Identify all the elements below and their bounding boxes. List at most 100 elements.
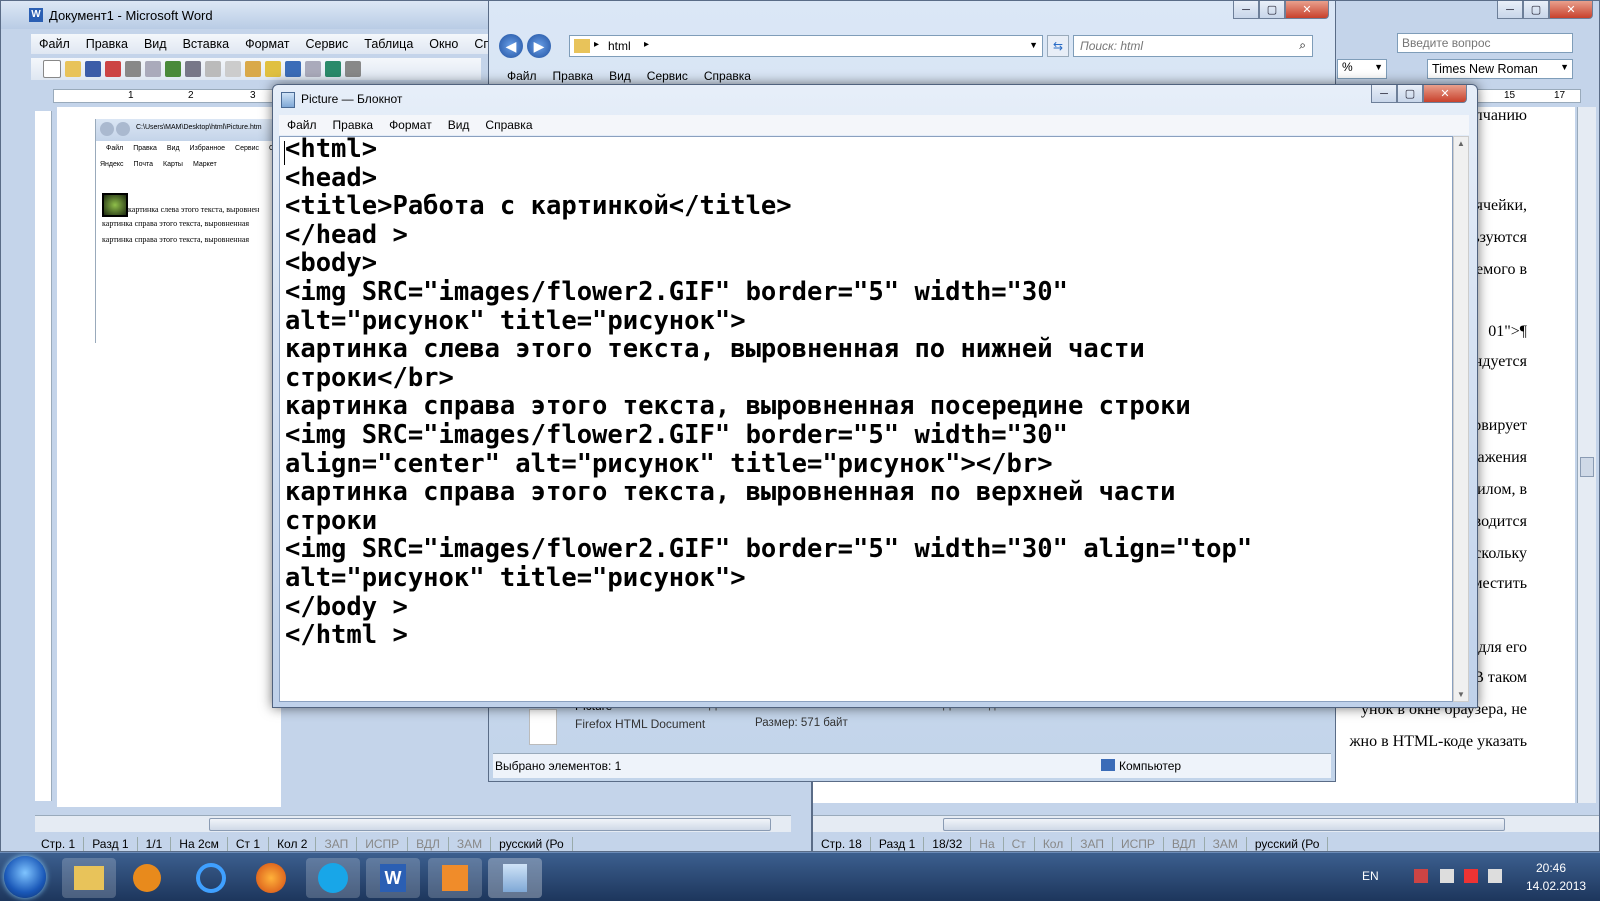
maximize-icon[interactable]: ▢ bbox=[1523, 1, 1549, 19]
new-document-icon[interactable] bbox=[43, 60, 61, 78]
scroll-down-icon[interactable]: ▼ bbox=[1457, 690, 1465, 699]
word-taskbar-icon[interactable]: W bbox=[366, 858, 420, 898]
notepad-taskbar-icon[interactable] bbox=[488, 858, 542, 898]
zoom-select[interactable]: % ▼ bbox=[1337, 59, 1387, 79]
hyperlink-icon[interactable] bbox=[325, 61, 341, 77]
word-right-vscroll[interactable] bbox=[1577, 107, 1596, 803]
paste-icon[interactable] bbox=[245, 61, 261, 77]
preview-menu-item: Вид bbox=[166, 145, 180, 152]
spelling-icon[interactable] bbox=[165, 61, 181, 77]
close-icon[interactable]: ✕ bbox=[1285, 1, 1329, 19]
word-right-vscroll-thumb[interactable] bbox=[1580, 457, 1594, 477]
language-indicator[interactable]: EN bbox=[1362, 869, 1379, 883]
menu-item[interactable]: Справка bbox=[696, 69, 759, 83]
media-player-taskbar-icon[interactable] bbox=[120, 858, 174, 898]
status-field: На bbox=[971, 837, 1004, 851]
minimize-icon[interactable]: ─ bbox=[1233, 1, 1259, 19]
back-arrow-icon[interactable]: ◀ bbox=[499, 34, 523, 58]
clock-date[interactable]: 14.02.2013 bbox=[1526, 879, 1586, 893]
minimize-icon[interactable]: ─ bbox=[1371, 85, 1397, 103]
menu-item[interactable]: Правка bbox=[325, 118, 382, 132]
word-right-hscroll[interactable] bbox=[813, 815, 1599, 832]
menu-item[interactable]: Таблица bbox=[356, 37, 421, 51]
close-icon[interactable]: ✕ bbox=[1549, 1, 1593, 19]
document-text-line: 01">¶ bbox=[1488, 323, 1527, 340]
maximize-icon[interactable]: ▢ bbox=[1397, 85, 1423, 103]
word-left-title: Документ1 - Microsoft Word bbox=[49, 8, 213, 23]
menu-item[interactable]: Справка bbox=[477, 118, 540, 132]
address-bar[interactable]: ▸ html ▸ ▼ bbox=[569, 35, 1043, 57]
skype-taskbar-icon[interactable] bbox=[306, 858, 360, 898]
menu-item[interactable]: Правка bbox=[78, 37, 136, 51]
status-field: Разд 1 bbox=[871, 837, 925, 851]
menu-item[interactable]: Сервис bbox=[639, 69, 696, 83]
menu-item[interactable]: Файл bbox=[31, 37, 78, 51]
notepad-vscroll[interactable]: ▲ ▼ bbox=[1453, 136, 1469, 702]
notepad-titlebar[interactable]: Picture — Блокнот bbox=[273, 85, 1477, 111]
menu-item[interactable]: Формат bbox=[381, 118, 440, 132]
menu-item[interactable]: Вид bbox=[601, 69, 639, 83]
explorer-window-taskbar-icon[interactable] bbox=[428, 858, 482, 898]
permission-icon[interactable] bbox=[105, 61, 121, 77]
status-field: Ст bbox=[1004, 837, 1035, 851]
breadcrumb-folder[interactable]: html bbox=[608, 39, 631, 53]
word-left-hscroll[interactable] bbox=[35, 815, 791, 832]
preview-favorite: Почта bbox=[133, 161, 153, 168]
network-icon[interactable] bbox=[1440, 869, 1454, 883]
refresh-icon[interactable]: ⇆ bbox=[1047, 35, 1069, 57]
copy-icon[interactable] bbox=[225, 61, 241, 77]
close-icon[interactable]: ✕ bbox=[1423, 85, 1467, 103]
cut-icon[interactable] bbox=[205, 61, 221, 77]
forward-arrow-icon[interactable]: ▶ bbox=[527, 34, 551, 58]
menu-item[interactable]: Сервис bbox=[297, 37, 356, 51]
notepad-editor[interactable]: <html> <head> <title>Работа с картинкой<… bbox=[279, 136, 1453, 702]
action-center-icon[interactable] bbox=[1414, 869, 1428, 883]
document-text-line: ячейки, bbox=[1475, 197, 1527, 214]
save-icon[interactable] bbox=[85, 61, 101, 77]
menu-item[interactable]: Файл bbox=[279, 118, 325, 132]
notepad-window: Picture — Блокнот ─ ▢ ✕ Файл Правка Формат… bbox=[272, 84, 1478, 708]
explorer-taskbar-icon[interactable] bbox=[62, 858, 116, 898]
ask-question-input[interactable] bbox=[1397, 33, 1573, 53]
preview-forward-icon bbox=[116, 122, 130, 136]
word-left-ruler[interactable]: 1 2 3 bbox=[53, 89, 283, 103]
word-left-ruler-vertical[interactable] bbox=[35, 111, 52, 801]
print-icon[interactable] bbox=[125, 61, 141, 77]
minimize-icon[interactable]: ─ bbox=[1497, 1, 1523, 19]
print-preview-icon[interactable] bbox=[145, 61, 161, 77]
word-left-hscroll-thumb[interactable] bbox=[209, 818, 771, 831]
research-icon[interactable] bbox=[185, 61, 201, 77]
menu-item[interactable]: Правка bbox=[545, 69, 602, 83]
start-button[interactable] bbox=[4, 856, 46, 898]
menu-item[interactable]: Формат bbox=[237, 37, 297, 51]
open-folder-icon[interactable] bbox=[65, 61, 81, 77]
maximize-icon[interactable]: ▢ bbox=[1259, 1, 1285, 19]
tables-icon[interactable] bbox=[345, 61, 361, 77]
chevron-down-icon[interactable]: ▼ bbox=[1029, 40, 1038, 50]
clock-time[interactable]: 20:46 bbox=[1536, 861, 1566, 875]
internet-explorer-taskbar-icon[interactable] bbox=[184, 858, 238, 898]
html-file-icon bbox=[529, 709, 557, 745]
word-right-caption-buttons: ─ ▢ ✕ bbox=[1497, 1, 1593, 19]
chevron-down-icon: ▼ bbox=[1374, 62, 1383, 72]
firefox-taskbar-icon[interactable] bbox=[244, 858, 298, 898]
volume-icon[interactable] bbox=[1488, 869, 1502, 883]
word-left-page[interactable]: C:\Users\MAM\Desktop\html\Picture.htm Фа… bbox=[57, 107, 282, 807]
scroll-up-icon[interactable]: ▲ bbox=[1457, 139, 1465, 148]
word-right-hscroll-thumb[interactable] bbox=[943, 818, 1505, 831]
search-icon: ⌕ bbox=[1299, 38, 1306, 52]
format-painter-icon[interactable] bbox=[265, 61, 281, 77]
menu-item[interactable]: Окно bbox=[421, 37, 466, 51]
undo-icon[interactable] bbox=[285, 61, 301, 77]
taskbar: W EN 20:46 14.02.2013 bbox=[0, 852, 1600, 901]
menu-item[interactable]: Вид bbox=[136, 37, 175, 51]
font-name-select[interactable]: Times New Roman ▼ bbox=[1427, 59, 1573, 79]
menu-item[interactable]: Вставка bbox=[175, 37, 237, 51]
power-icon[interactable] bbox=[1464, 869, 1478, 883]
notepad-text[interactable]: <html> <head> <title>Работа с картинкой<… bbox=[285, 137, 1252, 650]
menu-item[interactable]: Вид bbox=[440, 118, 478, 132]
preview-flower-image bbox=[102, 193, 128, 217]
menu-item[interactable]: Файл bbox=[499, 69, 545, 83]
explorer-search-input[interactable]: Поиск: html ⌕ bbox=[1073, 35, 1313, 57]
redo-icon[interactable] bbox=[305, 61, 321, 77]
